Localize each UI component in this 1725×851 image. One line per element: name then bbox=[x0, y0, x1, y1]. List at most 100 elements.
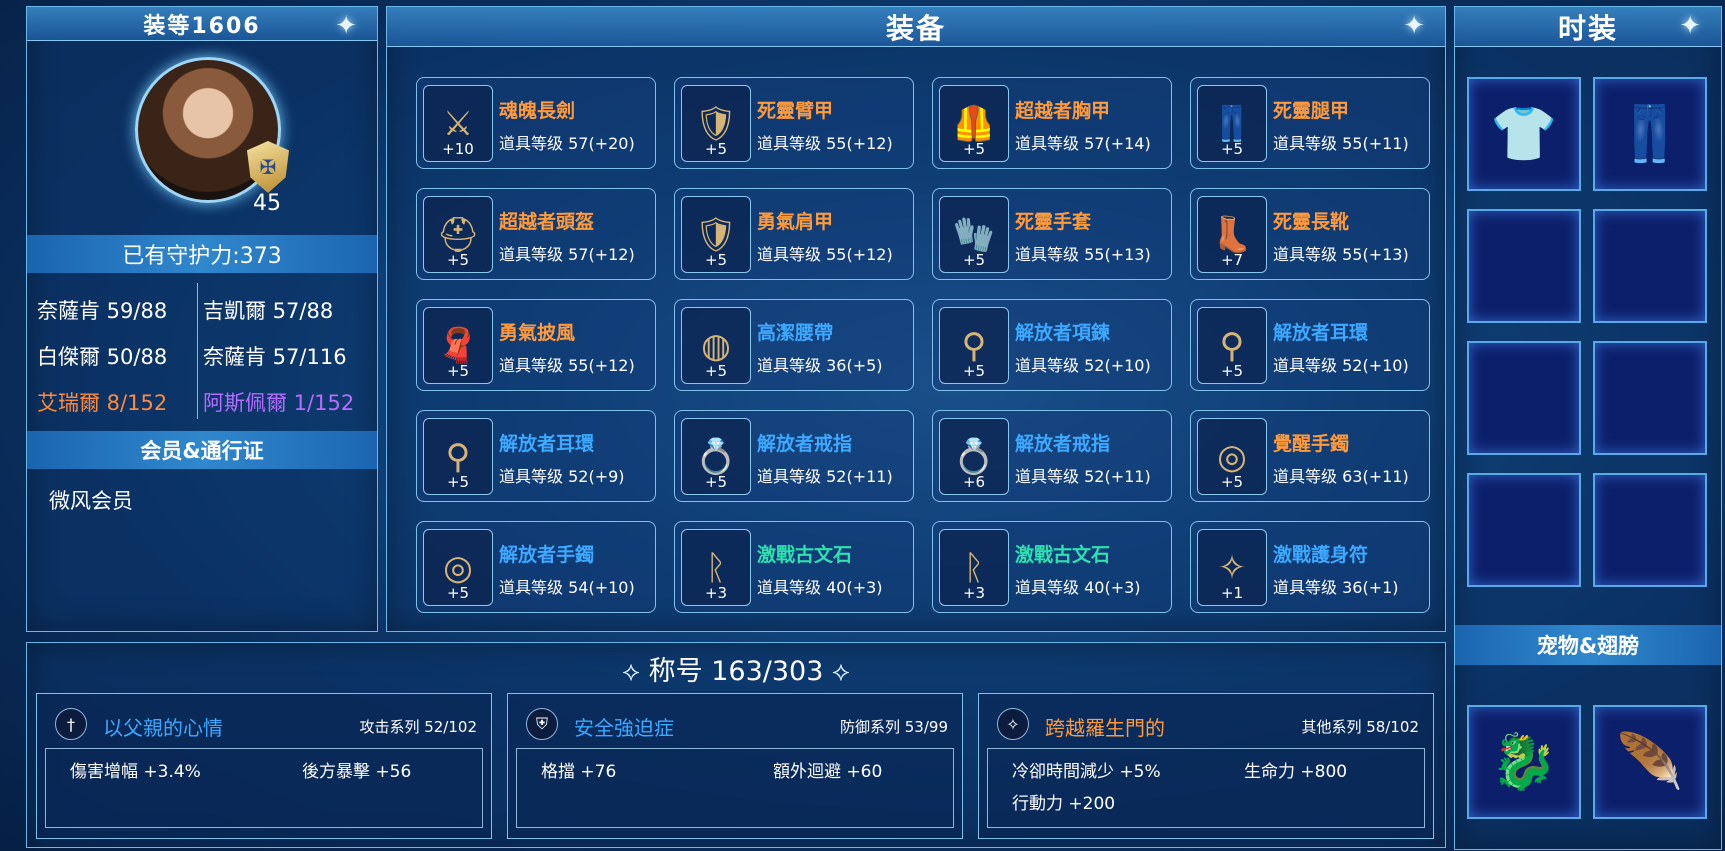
costume-slot-empty[interactable] bbox=[1593, 341, 1707, 455]
costume-slot-empty[interactable] bbox=[1467, 209, 1581, 323]
item-name: 激戰古文石 bbox=[757, 544, 853, 566]
equipment-item[interactable]: 🦺 +5 超越者胸甲 道具等级 57(+14) bbox=[932, 77, 1172, 169]
enhancement-level: +7 bbox=[1220, 251, 1244, 269]
title-stat: 生命力 +800 bbox=[1244, 762, 1348, 782]
enhancement-level: +5 bbox=[962, 362, 986, 380]
costume-slot-top[interactable]: 👕 bbox=[1467, 77, 1581, 191]
equipment-header: 装备 ✦ bbox=[387, 7, 1445, 47]
equipment-item[interactable]: ◎ +5 解放者手鐲 道具等级 54(+10) bbox=[416, 521, 656, 613]
costume-slot-empty[interactable] bbox=[1593, 209, 1707, 323]
sparkle-icon: ✦ bbox=[335, 11, 359, 41]
stat-nasaken-2: 奈薩肯 57/116 bbox=[203, 345, 347, 369]
pet-slot[interactable]: 🐉 bbox=[1467, 705, 1581, 819]
costume-slot-empty[interactable] bbox=[1593, 473, 1707, 587]
membership-title: 会员&通行证 bbox=[140, 439, 264, 463]
bracelet-icon: ◎ bbox=[1217, 436, 1247, 477]
enhancement-level: +5 bbox=[704, 140, 728, 158]
wings-slot[interactable]: 🪶 bbox=[1593, 705, 1707, 819]
equipment-icon-slot: 🧤 +5 bbox=[939, 196, 1009, 273]
item-name: 解放者項鍊 bbox=[1015, 322, 1111, 344]
title-stat: 冷卻時間減少 +5% bbox=[1012, 762, 1161, 782]
guard-power-bar: 已有守护力:373 bbox=[27, 235, 377, 273]
item-level: 道具等级 63(+11) bbox=[1273, 467, 1409, 486]
cape-icon: 🧣 bbox=[436, 325, 480, 366]
equipment-icon-slot: 👖 +5 bbox=[1197, 85, 1267, 162]
equipment-item[interactable]: 🧣 +5 勇氣披風 道具等级 55(+12) bbox=[416, 299, 656, 391]
equipment-item[interactable]: ᚱ +3 激戰古文石 道具等级 40(+3) bbox=[674, 521, 914, 613]
item-name: 高潔腰帶 bbox=[757, 322, 834, 344]
item-name: 死靈腿甲 bbox=[1273, 100, 1350, 122]
enhancement-level: +5 bbox=[704, 473, 728, 491]
equipment-icon-slot: ✧ +1 bbox=[1197, 529, 1267, 606]
title-card-defense[interactable]: ⛨ 安全強迫症 防御系列 53/99 格擋 +76 額外迴避 +60 bbox=[507, 693, 963, 839]
equipment-item[interactable]: ⚲ +5 解放者項鍊 道具等级 52(+10) bbox=[932, 299, 1172, 391]
equipment-icon-slot: 💍 +5 bbox=[681, 418, 751, 495]
item-level: 道具等级 55(+12) bbox=[757, 134, 893, 153]
item-level: 道具等级 55(+13) bbox=[1015, 245, 1151, 264]
costume-slot-empty[interactable] bbox=[1467, 341, 1581, 455]
equipment-item[interactable]: ᚱ +3 激戰古文石 道具等级 40(+3) bbox=[932, 521, 1172, 613]
stat-divider bbox=[197, 283, 198, 419]
enhancement-level: +5 bbox=[962, 251, 986, 269]
ring-icon: 💍 bbox=[694, 436, 738, 477]
costume-slot-empty[interactable] bbox=[1467, 473, 1581, 587]
enhancement-level: +5 bbox=[1220, 473, 1244, 491]
shield-badge-icon: ⛨ bbox=[526, 708, 558, 740]
equipment-item[interactable]: 👖 +5 死靈腿甲道具等级 55(+11) bbox=[1190, 77, 1430, 169]
equipment-item[interactable]: ⚲ +5 解放者耳環 道具等级 52(+10) bbox=[1190, 299, 1430, 391]
pet-wings-header: 宠物&翅膀 bbox=[1455, 625, 1721, 665]
membership-value[interactable]: 微风会员 bbox=[49, 485, 133, 515]
item-name: 死靈臂甲 bbox=[757, 100, 834, 122]
enhancement-level: +5 bbox=[962, 140, 986, 158]
equipment-icon-slot: ⚲ +5 bbox=[939, 307, 1009, 384]
item-name: 解放者耳環 bbox=[499, 433, 595, 455]
equipment-item[interactable]: 👢 +7 死靈長靴 道具等级 55(+13) bbox=[1190, 188, 1430, 280]
character-level: 45 bbox=[253, 191, 281, 216]
equipment-item[interactable]: ⚲ +5 解放者耳環 道具等级 52(+9) bbox=[416, 410, 656, 502]
title-count: 称号 163/303 bbox=[648, 656, 824, 687]
equipment-item[interactable]: 🛡 +5 勇氣肩甲 道具等级 55(+12) bbox=[674, 188, 914, 280]
sparkle-left-icon: ⟡ bbox=[622, 656, 641, 687]
equipment-item[interactable]: ◎ +5 覺醒手鐲 道具等级 63(+11) bbox=[1190, 410, 1430, 502]
equipment-item[interactable]: 💍 +6 解放者戒指 道具等级 52(+11) bbox=[932, 410, 1172, 502]
costume-shirt-icon: 👕 bbox=[1490, 102, 1558, 165]
title-stat: 格擋 +76 bbox=[541, 762, 617, 782]
title-card-attack[interactable]: † 以父親的心情 攻击系列 52/102 傷害增幅 +3.4% 後方暴擊 +56 bbox=[36, 693, 492, 839]
enhancement-level: +5 bbox=[704, 362, 728, 380]
enhancement-level: +5 bbox=[446, 584, 470, 602]
gear-score-header: 装等1606 ✦ bbox=[27, 7, 377, 41]
equipment-item[interactable]: 🧤 +5 死靈手套 道具等级 55(+13) bbox=[932, 188, 1172, 280]
character-panel: 装等1606 ✦ ✠ 45 已有守护力:373 奈薩肯 59/88 吉凱爾 57… bbox=[26, 6, 378, 632]
title-card-other[interactable]: ✧ 跨越羅生門的 其他系列 58/102 冷卻時間減少 +5% 生命力 +800… bbox=[978, 693, 1434, 839]
sparkle-icon: ✦ bbox=[1403, 11, 1427, 41]
enhancement-level: +5 bbox=[1220, 362, 1244, 380]
costume-slot-bottom[interactable]: 👖 bbox=[1593, 77, 1707, 191]
stat-nasaken-1: 奈薩肯 59/88 bbox=[37, 299, 168, 323]
item-name: 勇氣肩甲 bbox=[757, 211, 834, 233]
item-level: 道具等级 55(+11) bbox=[1273, 134, 1409, 153]
equipment-item[interactable]: ✧ +1 激戰護身符 道具等级 36(+1) bbox=[1190, 521, 1430, 613]
star-badge-icon: ✧ bbox=[997, 708, 1029, 740]
equipment-icon-slot: ⚲ +5 bbox=[1197, 307, 1267, 384]
glove-icon: 🧤 bbox=[952, 214, 996, 255]
equipment-icon-slot: 🦺 +5 bbox=[939, 85, 1009, 162]
pet-icon: 🐉 bbox=[1490, 730, 1558, 793]
equipment-icon-slot: 💍 +6 bbox=[939, 418, 1009, 495]
equipment-item[interactable]: ◍ +5 高潔腰帶 道具等级 36(+5) bbox=[674, 299, 914, 391]
costume-header: 时装 ✦ bbox=[1455, 7, 1721, 47]
item-name: 勇氣披風 bbox=[499, 322, 576, 344]
equipment-item[interactable]: 💍 +5 解放者戒指 道具等级 52(+11) bbox=[674, 410, 914, 502]
costume-pants-icon: 👖 bbox=[1616, 102, 1684, 165]
equipment-panel: 装备 ✦ ⚔ +10 魂魄長劍 道具等级 57(+20) 🛡 +5 死靈臂甲 道具等级 55(… bbox=[386, 6, 1446, 632]
gauntlet-icon: 🛡 bbox=[694, 103, 738, 144]
gear-score: 装等1606 bbox=[143, 13, 261, 39]
equipment-icon-slot: ◎ +5 bbox=[423, 529, 493, 606]
item-level: 道具等级 36(+1) bbox=[1273, 578, 1399, 597]
wings-icon: 🪶 bbox=[1616, 730, 1684, 793]
equipment-item[interactable]: ⚔ +10 魂魄長劍 道具等级 57(+20) bbox=[416, 77, 656, 169]
equipment-item[interactable]: ⛑ +5 超越者頭盔 道具等级 57(+12) bbox=[416, 188, 656, 280]
equipment-item[interactable]: 🛡 +5 死靈臂甲道具等级 55(+12) bbox=[674, 77, 914, 169]
title-stat: 傷害增幅 +3.4% bbox=[70, 762, 201, 782]
item-level: 道具等级 57(+20) bbox=[499, 134, 635, 153]
enhancement-level: +10 bbox=[442, 140, 474, 158]
